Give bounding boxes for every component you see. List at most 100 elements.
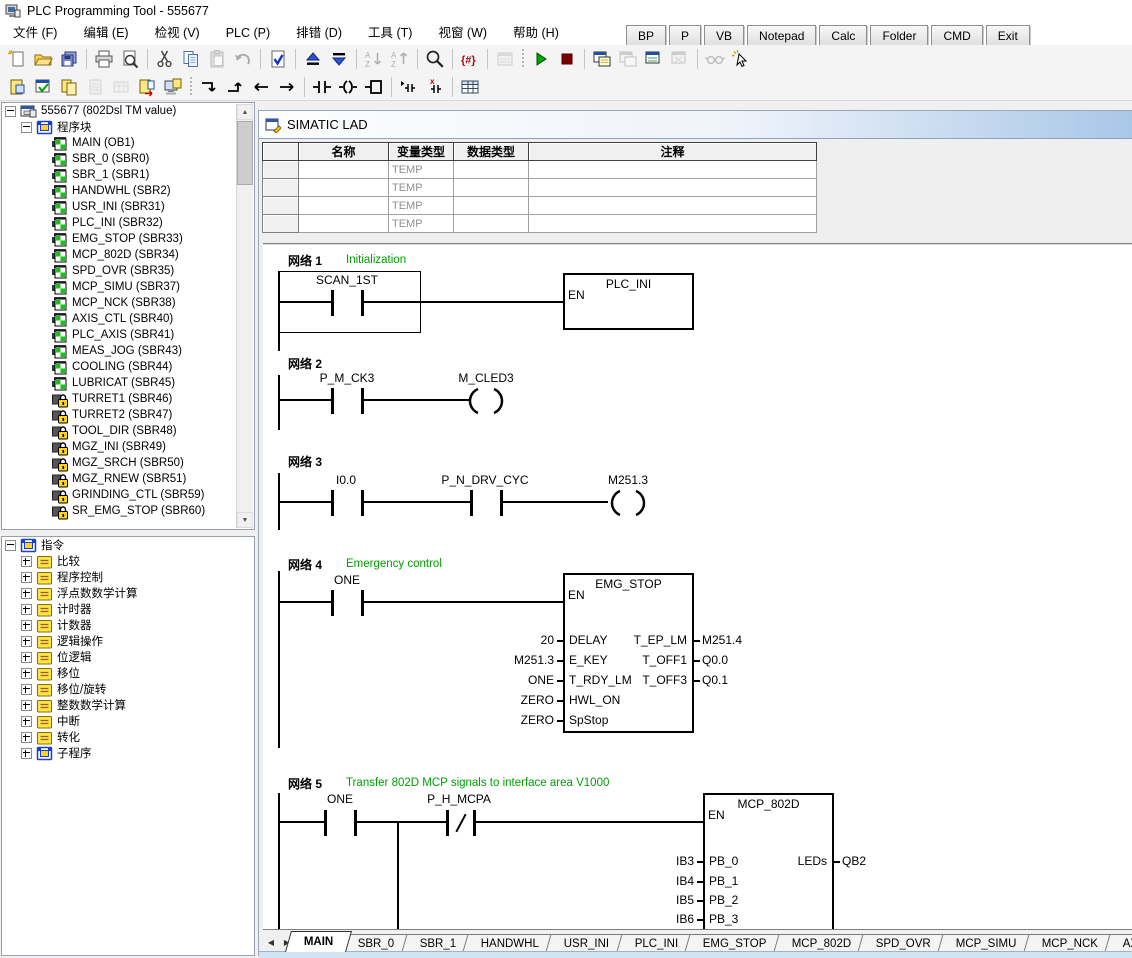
- block-output-value[interactable]: QB2: [842, 854, 866, 868]
- insert-contact-button[interactable]: [309, 75, 335, 99]
- collapse-icon[interactable]: [5, 106, 16, 117]
- tab-mcp_simu[interactable]: MCP_SIMU: [938, 934, 1036, 952]
- tree-item-instruction-category[interactable]: 程序控制: [2, 569, 254, 585]
- tree-item-block[interactable]: SR_EMG_STOP (SBR60): [2, 503, 254, 519]
- contact-operand[interactable]: SCAN_1ST: [316, 273, 378, 287]
- var-table-row-header[interactable]: [263, 197, 299, 215]
- var-table-cell-data_type[interactable]: [454, 161, 529, 179]
- tab-emg_stop[interactable]: EMG_STOP: [685, 934, 786, 952]
- ladder-canvas[interactable]: 网络 1 Initialization SCAN_1ST PLC_INI EN …: [263, 243, 1132, 931]
- block-input-value[interactable]: ZERO: [521, 713, 554, 727]
- menu-2[interactable]: 检视 (V): [142, 22, 213, 45]
- block-input-value[interactable]: ONE: [528, 673, 554, 687]
- new-button[interactable]: [4, 47, 30, 71]
- tree-item-block[interactable]: PLC_INI (SBR32): [2, 215, 254, 231]
- expand-icon[interactable]: [21, 636, 32, 647]
- negated-contact[interactable]: [446, 810, 449, 836]
- coil[interactable]: [608, 488, 648, 518]
- tree-item-block[interactable]: MCP_SIMU (SBR37): [2, 279, 254, 295]
- tree-item-project-root[interactable]: 555677 (802Dsl TM value): [2, 103, 254, 119]
- contact-operand[interactable]: ONE: [334, 573, 360, 587]
- contact[interactable]: [470, 490, 473, 516]
- var-table-cell-comment[interactable]: [529, 179, 817, 197]
- tab-mcp_nck[interactable]: MCP_NCK: [1023, 934, 1116, 952]
- tree-item-block[interactable]: MCP_NCK (SBR38): [2, 295, 254, 311]
- save-button[interactable]: [56, 47, 82, 71]
- tree-item-block[interactable]: PLC_AXIS (SBR41): [2, 327, 254, 343]
- contact-operand[interactable]: P_N_DRV_CYC: [441, 473, 528, 487]
- contact-operand[interactable]: P_H_MCPA: [427, 792, 491, 806]
- tab-scroll-left-button[interactable]: ◀: [263, 932, 279, 952]
- tree-item-block[interactable]: MGZ_INI (SBR49): [2, 439, 254, 455]
- tree-item-instruction-category[interactable]: 位逻辑: [2, 649, 254, 665]
- tree-item-program-blocks[interactable]: 程序块: [2, 119, 254, 135]
- var-table-cell-comment[interactable]: [529, 161, 817, 179]
- menu-3[interactable]: PLC (P): [213, 22, 283, 45]
- contact[interactable]: [354, 810, 357, 836]
- expand-icon[interactable]: [21, 572, 32, 583]
- block-input-value[interactable]: IB3: [676, 854, 694, 868]
- find-button[interactable]: [422, 47, 448, 71]
- expand-icon[interactable]: [21, 732, 32, 743]
- tree-item-block[interactable]: GRINDING_CTL (SBR59): [2, 487, 254, 503]
- tree-item-instruction-category[interactable]: 移位/旋转: [2, 681, 254, 697]
- line-up-button[interactable]: [222, 75, 248, 99]
- var-table-cell-var_type[interactable]: TEMP: [389, 215, 454, 233]
- tree-item-instruction-category[interactable]: 计时器: [2, 601, 254, 617]
- tree-item-block[interactable]: TURRET1 (SBR46): [2, 391, 254, 407]
- var-table-cell-var_type[interactable]: TEMP: [389, 197, 454, 215]
- expand-icon[interactable]: [21, 556, 32, 567]
- var-table-cell-comment[interactable]: [529, 197, 817, 215]
- block-input-value[interactable]: 20: [541, 633, 554, 647]
- var-table-cell-var_type[interactable]: TEMP: [389, 179, 454, 197]
- expand-icon[interactable]: [21, 748, 32, 759]
- block-copy-button[interactable]: [56, 75, 82, 99]
- block-output-value[interactable]: Q0.1: [702, 673, 728, 687]
- block-input-value[interactable]: IB4: [676, 874, 694, 888]
- contact-operand[interactable]: P_M_CK3: [320, 371, 375, 385]
- lad-window-titlebar[interactable]: SIMATIC LAD: [259, 111, 1132, 139]
- block-monitor-button[interactable]: [160, 75, 186, 99]
- tree-item-block[interactable]: COOLING (SBR44): [2, 359, 254, 375]
- tab-mcp_802d[interactable]: MCP_802D: [773, 934, 870, 952]
- quick-button-folder[interactable]: Folder: [870, 25, 928, 47]
- var-table-cell-name[interactable]: [299, 215, 389, 233]
- expand-icon[interactable]: [21, 668, 32, 679]
- block-input-value[interactable]: IB6: [676, 912, 694, 926]
- scrollbar-thumb[interactable]: [237, 121, 253, 185]
- var-table-cell-var_type[interactable]: TEMP: [389, 161, 454, 179]
- function-block[interactable]: PLC_INI EN: [563, 273, 694, 330]
- quick-button-bp[interactable]: BP: [626, 25, 666, 47]
- expand-icon[interactable]: [21, 684, 32, 695]
- tab-handwhl[interactable]: HANDWHL: [463, 934, 558, 952]
- var-table-cell-name[interactable]: [299, 197, 389, 215]
- tab-axis_ctl[interactable]: AXIS_CTL: [1105, 934, 1132, 952]
- contact[interactable]: [331, 290, 334, 316]
- quick-button-vb[interactable]: VB: [704, 25, 744, 47]
- copy-button[interactable]: [178, 47, 204, 71]
- expand-icon[interactable]: [21, 620, 32, 631]
- tree-item-block[interactable]: HANDWHL (SBR2): [2, 183, 254, 199]
- var-table-row-header[interactable]: [263, 161, 299, 179]
- block-export-button[interactable]: [134, 75, 160, 99]
- var-table-cell-name[interactable]: [299, 161, 389, 179]
- insert-instruction-button[interactable]: [396, 75, 422, 99]
- print-button[interactable]: [91, 47, 117, 71]
- contact[interactable]: [361, 290, 364, 316]
- var-table-row-header[interactable]: [263, 179, 299, 197]
- contact[interactable]: [331, 590, 334, 616]
- expand-icon[interactable]: [21, 700, 32, 711]
- menu-5[interactable]: 工具 (T): [355, 22, 425, 45]
- collapse-icon[interactable]: [5, 540, 16, 551]
- quick-button-exit[interactable]: Exit: [986, 25, 1030, 47]
- block-output-value[interactable]: Q0.0: [702, 653, 728, 667]
- coil-operand[interactable]: M251.3: [608, 473, 648, 487]
- insert-box-button[interactable]: [361, 75, 387, 99]
- contact-operand[interactable]: I0.0: [336, 473, 356, 487]
- var-table-cell-data_type[interactable]: [454, 179, 529, 197]
- tree-item-instruction-category[interactable]: 浮点数数学计算: [2, 585, 254, 601]
- var-table-cell-data_type[interactable]: [454, 215, 529, 233]
- var-table-cell-data_type[interactable]: [454, 197, 529, 215]
- tree-item-block[interactable]: MGZ_RNEW (SBR51): [2, 471, 254, 487]
- contact[interactable]: [324, 810, 327, 836]
